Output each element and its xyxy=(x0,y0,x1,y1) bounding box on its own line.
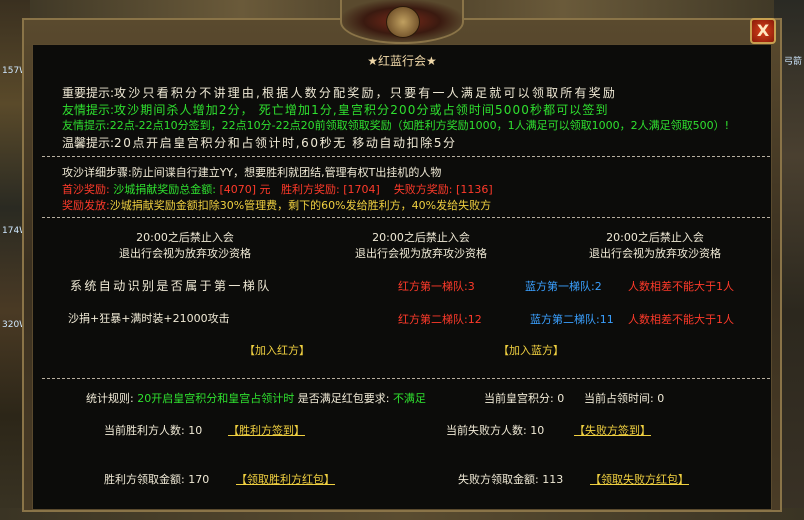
lose-count: 当前失败方人数: 10 xyxy=(446,424,545,437)
palace-score: 当前皇宫积分: 0 xyxy=(484,392,565,405)
reward-issue: 奖励发放:沙城捐献奖励金额扣除30%管理费，剩下的60%发给胜利方，40%发给失… xyxy=(62,197,491,213)
red-tier2: 红方第二梯队:12 xyxy=(398,313,482,326)
tier-warning-2: 人数相差不能大于1人 xyxy=(628,313,734,326)
win-claim-button[interactable]: 【领取胜利方红包】 xyxy=(236,471,335,487)
close-button[interactable]: X xyxy=(750,18,776,44)
divider xyxy=(42,378,770,379)
redpacket-value: 不满足 xyxy=(392,392,426,405)
dialog-title: ★红蓝行会★ xyxy=(367,54,437,68)
rule-text: 20开启皇宫积分和皇宫占领计时 xyxy=(137,392,295,405)
tier-warning-1: 人数相差不能大于1人 xyxy=(628,280,734,293)
ban-line-2: 退出行会视为放弃攻沙资格 xyxy=(119,247,251,260)
occupy-time: 当前占领时间: 0 xyxy=(584,392,665,405)
siege-steps: 攻沙详细步骤:防止间谍自行建立YY，想要胜利就团结,管理有权T出挂机的人物 xyxy=(62,164,441,180)
notice-label: 友情提示: xyxy=(62,103,115,117)
reward-pool-label: 沙城捐献奖励总金额: xyxy=(113,183,216,196)
auto-detect-text: 系统自动识别是否属于第一梯队 xyxy=(70,279,272,293)
steps-text: 防止间谍自行建立YY，想要胜利就团结,管理有权T出挂机的人物 xyxy=(131,166,442,179)
ban-line-1: 20:00之后禁止入会 xyxy=(606,231,704,244)
issue-label: 奖励发放: xyxy=(62,199,110,212)
issue-text: 沙城捐献奖励金额扣除30%管理费，剩下的60%发给胜利方，40%发给失败方 xyxy=(109,199,492,212)
divider xyxy=(42,217,770,218)
lose-reward-label: 失败方奖励: xyxy=(393,183,453,196)
win-amount: 胜利方领取金额: 170 xyxy=(104,473,210,486)
lose-sign-button[interactable]: 【失败方签到】 xyxy=(574,422,651,438)
reward-pool-value: [4070] xyxy=(219,183,257,196)
divider xyxy=(42,156,770,157)
blue-tier2: 蓝方第二梯队:11 xyxy=(530,313,614,326)
equip-note: 沙捐+狂暴+满时装+21000攻击 xyxy=(68,312,230,325)
notice-friendly-1: 友情提示:攻沙期间杀人增加2分， 死亡增加1分,皇宫积分200分或占领时间500… xyxy=(62,101,609,118)
win-sign-button[interactable]: 【胜利方签到】 xyxy=(228,422,305,438)
steps-label: 攻沙详细步骤: xyxy=(62,166,132,179)
ban-notice-right: 20:00之后禁止入会 退出行会视为放弃攻沙资格 xyxy=(570,230,740,262)
notice-friendly-2: 友情提示:22点-22点10分签到，22点10分-22点20前领取领取奖励（如胜… xyxy=(62,117,729,133)
blue-tier1: 蓝方第一梯队:2 xyxy=(525,280,602,293)
win-count: 当前胜利方人数: 10 xyxy=(104,424,203,437)
rule-label: 统计规则: xyxy=(86,392,134,405)
notice-label: 温馨提示: xyxy=(62,136,115,150)
reward-label: 首沙奖励: xyxy=(62,183,110,196)
side-label-right: 弓箭 xyxy=(784,57,803,67)
ban-notice-center: 20:00之后禁止入会 退出行会视为放弃攻沙资格 xyxy=(336,230,506,262)
lose-amount: 失败方领取金额: 113 xyxy=(458,473,564,486)
join-red-button[interactable]: 【加入红方】 xyxy=(244,342,310,358)
ban-line-1: 20:00之后禁止入会 xyxy=(136,231,234,244)
win-reward-label: 胜利方奖励: xyxy=(281,183,340,196)
join-blue-button[interactable]: 【加入蓝方】 xyxy=(498,342,564,358)
notice-important: 重要提示:攻沙只看积分不讲理由,根据人数分配奖励，只要有一人满足就可以领取所有奖… xyxy=(62,84,617,101)
notice-warm: 温馨提示:20点开启皇宫积分和占领计时,60秒无 移动自动扣除5分 xyxy=(62,134,457,151)
first-siege-reward: 首沙奖励: 沙城捐献奖励总金额: [4070] 元 胜利方奖励: [1704] … xyxy=(62,181,493,197)
notice-label: 友情提示: xyxy=(62,119,110,132)
notice-text: 20点开启皇宫积分和占领计时,60秒无 移动自动扣除5分 xyxy=(114,136,457,150)
stats-rule: 统计规则: 20开启皇宫积分和皇宫占领计时 是否满足红包要求: 不满足 xyxy=(86,390,426,406)
notice-text: 22点-22点10分签到，22点10分-22点20前领取领取奖励（如胜利方奖励1… xyxy=(109,119,730,132)
ban-line-2: 退出行会视为放弃攻沙资格 xyxy=(355,247,487,260)
win-reward-value: [1704] xyxy=(343,183,380,196)
redpacket-label: 是否满足红包要求: xyxy=(297,392,390,405)
lose-reward-value: [1136] xyxy=(456,183,493,196)
notice-text: 攻沙期间杀人增加2分， 死亡增加1分,皇宫积分200分或占领时间5000秒都可以… xyxy=(114,103,609,117)
reward-pool-unit: 元 xyxy=(259,183,271,196)
ban-line-2: 退出行会视为放弃攻沙资格 xyxy=(589,247,721,260)
emblem-icon xyxy=(386,6,420,38)
notice-label: 重要提示: xyxy=(62,86,115,100)
notice-text: 攻沙只看积分不讲理由,根据人数分配奖励，只要有一人满足就可以领取所有奖励 xyxy=(114,86,618,100)
lose-claim-button[interactable]: 【领取失败方红包】 xyxy=(590,471,689,487)
ban-notice-left: 20:00之后禁止入会 退出行会视为放弃攻沙资格 xyxy=(100,230,270,262)
ban-line-1: 20:00之后禁止入会 xyxy=(372,231,470,244)
red-tier1: 红方第一梯队:3 xyxy=(398,280,475,293)
